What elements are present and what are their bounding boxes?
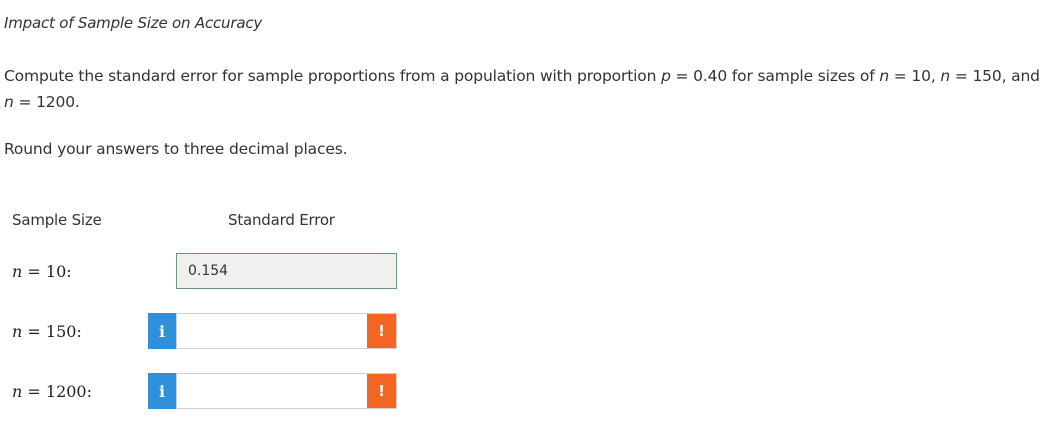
standard-error-input-n150[interactable]: [177, 314, 367, 348]
info-icon[interactable]: i: [148, 373, 176, 409]
standard-error-input-n1200[interactable]: [177, 374, 367, 408]
row-label-n1200: n = 1200:: [12, 382, 92, 401]
prompt-text: = 1200.: [13, 93, 80, 111]
prompt-text: = 10,: [889, 67, 941, 85]
row-label-text: = 10:: [22, 262, 72, 281]
exclamation-icon: !: [367, 374, 396, 408]
row-label-n150: n = 150:: [12, 322, 82, 341]
n-variable: n: [4, 93, 14, 111]
prompt-text: = 150, and: [950, 67, 1040, 85]
info-icon[interactable]: i: [148, 313, 176, 349]
row-label-text: = 150:: [22, 322, 82, 341]
rounding-instruction: Round your answers to three decimal plac…: [4, 140, 348, 158]
column-header-standard-error: Standard Error: [228, 211, 335, 229]
column-header-sample-size: Sample Size: [12, 211, 102, 229]
prompt-text: = 0.40 for sample sizes of: [670, 67, 880, 85]
n-variable: n: [12, 262, 23, 281]
row-label-n10: n = 10:: [12, 262, 72, 281]
n-variable: n: [879, 67, 889, 85]
row-label-text: = 1200:: [22, 382, 92, 401]
prompt-text: Compute the standard error for sample pr…: [4, 67, 662, 85]
answer-field-n1200[interactable]: !: [176, 373, 397, 409]
exclamation-icon: !: [367, 314, 396, 348]
answer-value: 0.154: [188, 263, 229, 279]
n-variable: n: [12, 322, 23, 341]
answer-field-n150[interactable]: !: [176, 313, 397, 349]
n-variable: n: [940, 67, 951, 85]
p-variable: p: [661, 67, 671, 85]
n-variable: n: [12, 382, 23, 401]
page-title: Impact of Sample Size on Accuracy: [4, 14, 263, 32]
question-prompt: Compute the standard error for sample pr…: [4, 63, 1054, 115]
answer-field-n10[interactable]: 0.154: [176, 253, 397, 289]
